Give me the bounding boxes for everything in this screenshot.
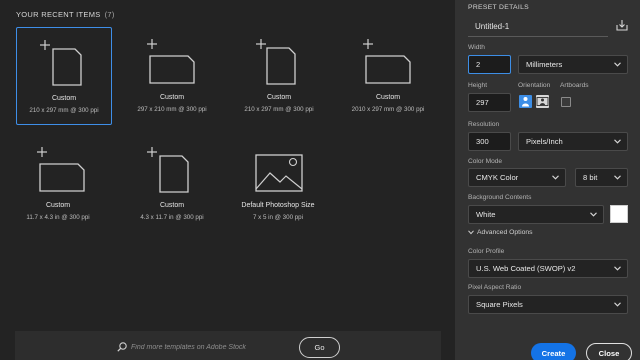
chevron-down-icon bbox=[468, 230, 474, 235]
height-input[interactable]: 297 bbox=[468, 93, 511, 112]
resolution-unit-value: Pixels/Inch bbox=[526, 137, 563, 146]
portrait-person-icon bbox=[522, 97, 529, 107]
background-contents-value: White bbox=[476, 210, 496, 219]
recent-item-name: Custom bbox=[159, 94, 185, 101]
color-profile-select[interactable]: U.S. Web Coated (SWOP) v2 bbox=[468, 259, 628, 278]
recent-item-card[interactable]: Custom 210 x 297 mm @ 300 ppi bbox=[231, 27, 327, 125]
chevron-down-icon bbox=[614, 302, 621, 307]
color-profile-label: Color Profile bbox=[468, 248, 505, 255]
recent-item-name: Custom bbox=[266, 94, 292, 101]
recent-item-dims: 7 x 5 in @ 300 ppi bbox=[253, 214, 303, 221]
width-input[interactable]: 2 bbox=[468, 55, 511, 74]
image-placeholder-icon bbox=[255, 154, 303, 192]
pixel-aspect-select[interactable]: Square Pixels bbox=[468, 295, 628, 314]
chevron-down-icon bbox=[590, 212, 597, 217]
save-preset-icon[interactable] bbox=[616, 19, 628, 31]
chevron-down-icon bbox=[614, 175, 621, 180]
recent-items-header: YOUR RECENT ITEMS (7) bbox=[16, 10, 115, 19]
portrait-document-icon bbox=[40, 40, 82, 86]
name-divider bbox=[468, 36, 608, 37]
recent-items-count: (7) bbox=[104, 10, 115, 19]
color-profile-value: U.S. Web Coated (SWOP) v2 bbox=[476, 264, 576, 273]
background-contents-label: Background Contents bbox=[468, 194, 532, 201]
recent-item-name: Custom bbox=[51, 95, 77, 102]
stock-search-input[interactable] bbox=[131, 340, 291, 354]
color-mode-value: CMYK Color bbox=[476, 173, 519, 182]
chevron-down-icon bbox=[552, 175, 559, 180]
pixel-aspect-label: Pixel Aspect Ratio bbox=[468, 284, 522, 291]
recent-item-dims: 4.3 x 11.7 in @ 300 ppi bbox=[140, 214, 204, 221]
recent-item-card[interactable]: Custom 297 x 210 mm @ 300 ppi bbox=[124, 27, 220, 125]
recent-item-name: Default Photoshop Size bbox=[241, 202, 315, 209]
recent-item-card[interactable]: Custom 2010 x 297 mm @ 300 ppi bbox=[340, 27, 436, 125]
resolution-label: Resolution bbox=[468, 121, 500, 128]
landscape-document-icon bbox=[37, 147, 85, 192]
background-contents-select[interactable]: White bbox=[468, 205, 604, 224]
recent-item-card[interactable]: Default Photoshop Size 7 x 5 in @ 300 pp… bbox=[222, 135, 334, 233]
recent-item-card[interactable]: Custom 210 x 297 mm @ 300 ppi bbox=[16, 27, 112, 125]
recent-item-card[interactable]: Custom 4.3 x 11.7 in @ 300 ppi bbox=[124, 135, 220, 233]
create-button[interactable]: Create bbox=[531, 343, 576, 360]
advanced-options-label: Advanced Options bbox=[477, 229, 533, 236]
close-button[interactable]: Close bbox=[586, 343, 632, 360]
artboards-checkbox[interactable] bbox=[561, 97, 571, 107]
recent-item-dims: 2010 x 297 mm @ 300 ppi bbox=[351, 106, 425, 113]
pixel-aspect-value: Square Pixels bbox=[476, 300, 523, 309]
recent-item-card[interactable]: Custom 11.7 x 4.3 in @ 300 ppi bbox=[8, 135, 108, 233]
width-unit-value: Millimeters bbox=[526, 60, 563, 69]
recent-item-dims: 297 x 210 mm @ 300 ppi bbox=[137, 106, 207, 113]
document-name-field[interactable]: Untitled-1 bbox=[475, 22, 509, 31]
orientation-label: Orientation bbox=[518, 82, 551, 89]
width-unit-select[interactable]: Millimeters bbox=[518, 55, 628, 74]
recent-item-dims: 11.7 x 4.3 in @ 300 ppi bbox=[26, 214, 90, 221]
chevron-down-icon bbox=[614, 266, 621, 271]
recent-item-dims: 210 x 297 mm @ 300 ppi bbox=[29, 107, 99, 114]
preset-details-title: PRESET DETAILS bbox=[468, 4, 529, 11]
recent-items-title: YOUR RECENT ITEMS bbox=[16, 10, 101, 19]
orientation-portrait-button[interactable] bbox=[519, 95, 532, 108]
landscape-person-icon bbox=[536, 97, 549, 106]
landscape-document-icon bbox=[363, 39, 411, 84]
background-color-swatch[interactable] bbox=[610, 205, 628, 223]
bit-depth-value: 8 bit bbox=[583, 173, 598, 182]
recent-item-name: Custom bbox=[45, 202, 71, 209]
color-mode-label: Color Mode bbox=[468, 158, 503, 165]
resolution-input[interactable]: 300 bbox=[468, 132, 511, 151]
portrait-document-icon bbox=[256, 39, 296, 85]
orientation-landscape-button[interactable] bbox=[536, 95, 549, 108]
color-mode-select[interactable]: CMYK Color bbox=[468, 168, 566, 187]
recent-item-name: Custom bbox=[159, 202, 185, 209]
width-label: Width bbox=[468, 44, 485, 51]
landscape-document-icon bbox=[147, 39, 195, 84]
go-button[interactable]: Go bbox=[299, 337, 340, 358]
artboards-label: Artboards bbox=[560, 82, 589, 89]
bit-depth-select[interactable]: 8 bit bbox=[575, 168, 628, 187]
recent-item-dims: 210 x 297 mm @ 300 ppi bbox=[244, 106, 314, 113]
resolution-unit-select[interactable]: Pixels/Inch bbox=[518, 132, 628, 151]
advanced-options-toggle[interactable]: Advanced Options bbox=[468, 229, 533, 236]
height-label: Height bbox=[468, 82, 488, 89]
chevron-down-icon bbox=[614, 62, 621, 67]
portrait-document-icon bbox=[147, 147, 189, 193]
chevron-down-icon bbox=[614, 139, 621, 144]
recent-item-name: Custom bbox=[375, 94, 401, 101]
search-icon bbox=[117, 342, 127, 352]
